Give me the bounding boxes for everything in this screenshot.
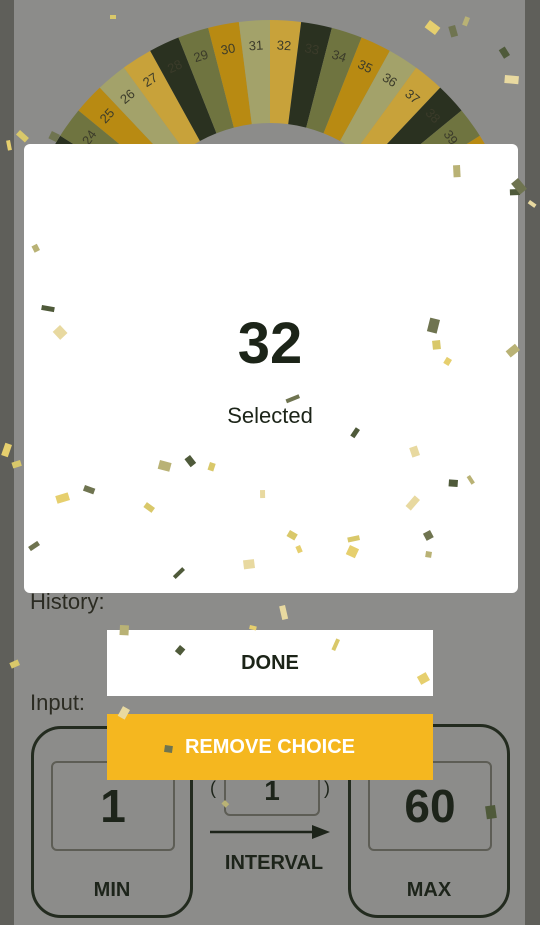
- input-label: Input:: [30, 690, 86, 715]
- arrow-right-icon: [210, 825, 330, 839]
- max-caption: MAX: [406, 879, 452, 901]
- confetti-piece: [6, 140, 12, 151]
- wheel-number: 30: [220, 40, 237, 57]
- remove-choice-button[interactable]: REMOVE CHOICE: [107, 714, 433, 780]
- done-button[interactable]: DONE: [107, 630, 433, 696]
- wheel-number: 31: [248, 37, 263, 53]
- interval-close-paren: ): [324, 778, 330, 798]
- interval-open-paren: (: [210, 778, 216, 798]
- min-caption: MIN: [93, 879, 131, 901]
- wheel-number: 33: [303, 40, 320, 57]
- interval-caption: INTERVAL: [224, 852, 324, 874]
- confetti-piece: [527, 200, 537, 208]
- confetti-piece: [1, 442, 12, 458]
- selected-label: Selected: [227, 403, 313, 428]
- wheel-number: 32: [276, 37, 291, 53]
- selected-number: 32: [237, 311, 303, 376]
